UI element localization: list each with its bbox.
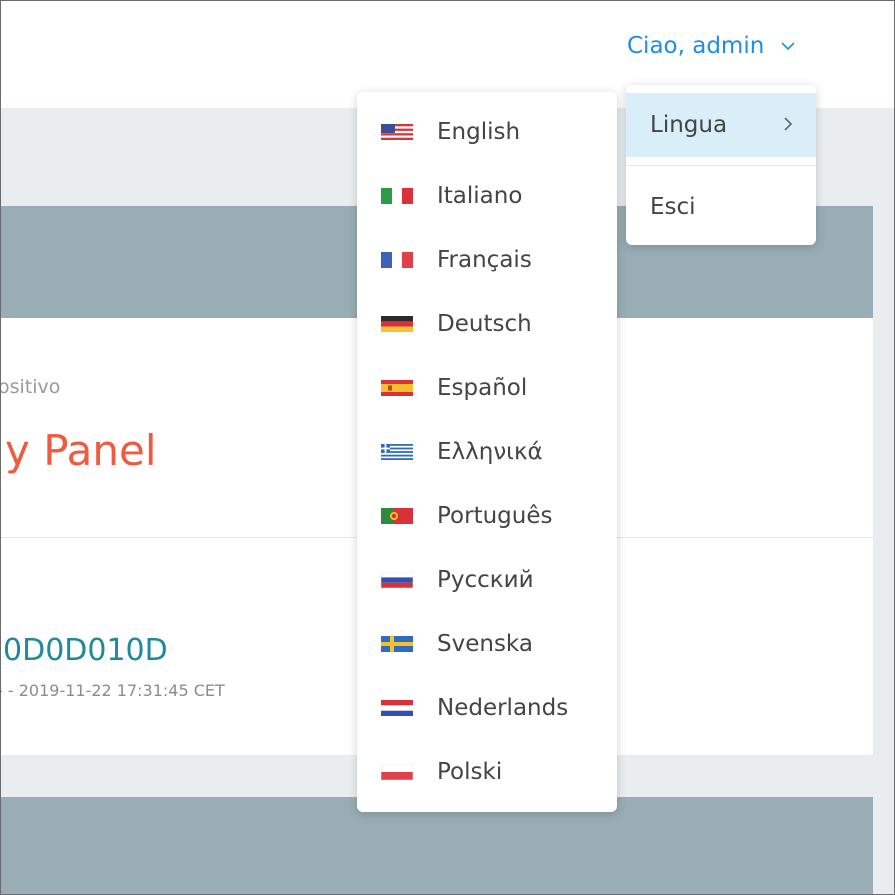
language-item-greek[interactable]: Ελληνικά (357, 420, 617, 484)
sweden-flag-icon (381, 636, 413, 652)
portugal-flag-icon (381, 508, 413, 524)
device-name: y Panel (5, 426, 157, 475)
language-item-english[interactable]: English (357, 100, 617, 164)
language-item-svenska[interactable]: Svenska (357, 612, 617, 676)
language-item-espanol[interactable]: Español (357, 356, 617, 420)
language-item-polski[interactable]: Polski (357, 740, 617, 804)
device-timestamp: - - 2019-11-22 17:31:45 CET (1, 681, 225, 700)
italy-flag-icon (381, 188, 413, 204)
user-menu-button[interactable]: Ciao, admin (627, 29, 796, 63)
menu-item-label: Lingua (650, 112, 728, 138)
device-id: 0D0D010D (3, 633, 168, 668)
language-menu: English Italiano Français Deutsch Españo… (357, 92, 617, 812)
language-label: Português (437, 503, 553, 529)
chevron-down-icon (781, 42, 795, 51)
germany-flag-icon (381, 316, 413, 332)
spain-flag-icon (381, 380, 413, 396)
poland-flag-icon (381, 764, 413, 780)
app-frame: Ciao, admin ositivo y Panel 0D0D010D - -… (0, 0, 895, 895)
language-label: Русский (437, 567, 534, 593)
language-item-deutsch[interactable]: Deutsch (357, 292, 617, 356)
user-dropdown-menu: Lingua Esci (626, 85, 816, 245)
language-item-nederlands[interactable]: Nederlands (357, 676, 617, 740)
greece-flag-icon (381, 444, 413, 460)
language-label: Ελληνικά (437, 439, 543, 465)
menu-item-label: Esci (650, 194, 696, 220)
language-label: Italiano (437, 183, 523, 209)
device-label: ositivo (1, 376, 61, 398)
france-flag-icon (381, 252, 413, 268)
language-label: Nederlands (437, 695, 569, 721)
language-label: Polski (437, 759, 503, 785)
language-label: Español (437, 375, 528, 401)
chevron-right-icon (784, 117, 793, 131)
language-label: Français (437, 247, 532, 273)
language-label: English (437, 119, 521, 145)
us-flag-icon (381, 124, 413, 140)
russia-flag-icon (381, 572, 413, 588)
language-item-italiano[interactable]: Italiano (357, 164, 617, 228)
netherlands-flag-icon (381, 700, 413, 716)
menu-item-esci[interactable]: Esci (626, 175, 816, 239)
menu-separator (626, 165, 816, 166)
user-greeting: Ciao, admin (627, 33, 765, 59)
language-item-russian[interactable]: Русский (357, 548, 617, 612)
language-item-portugues[interactable]: Português (357, 484, 617, 548)
language-label: Deutsch (437, 311, 532, 337)
menu-item-lingua[interactable]: Lingua (626, 93, 816, 157)
language-item-francais[interactable]: Français (357, 228, 617, 292)
language-label: Svenska (437, 631, 533, 657)
